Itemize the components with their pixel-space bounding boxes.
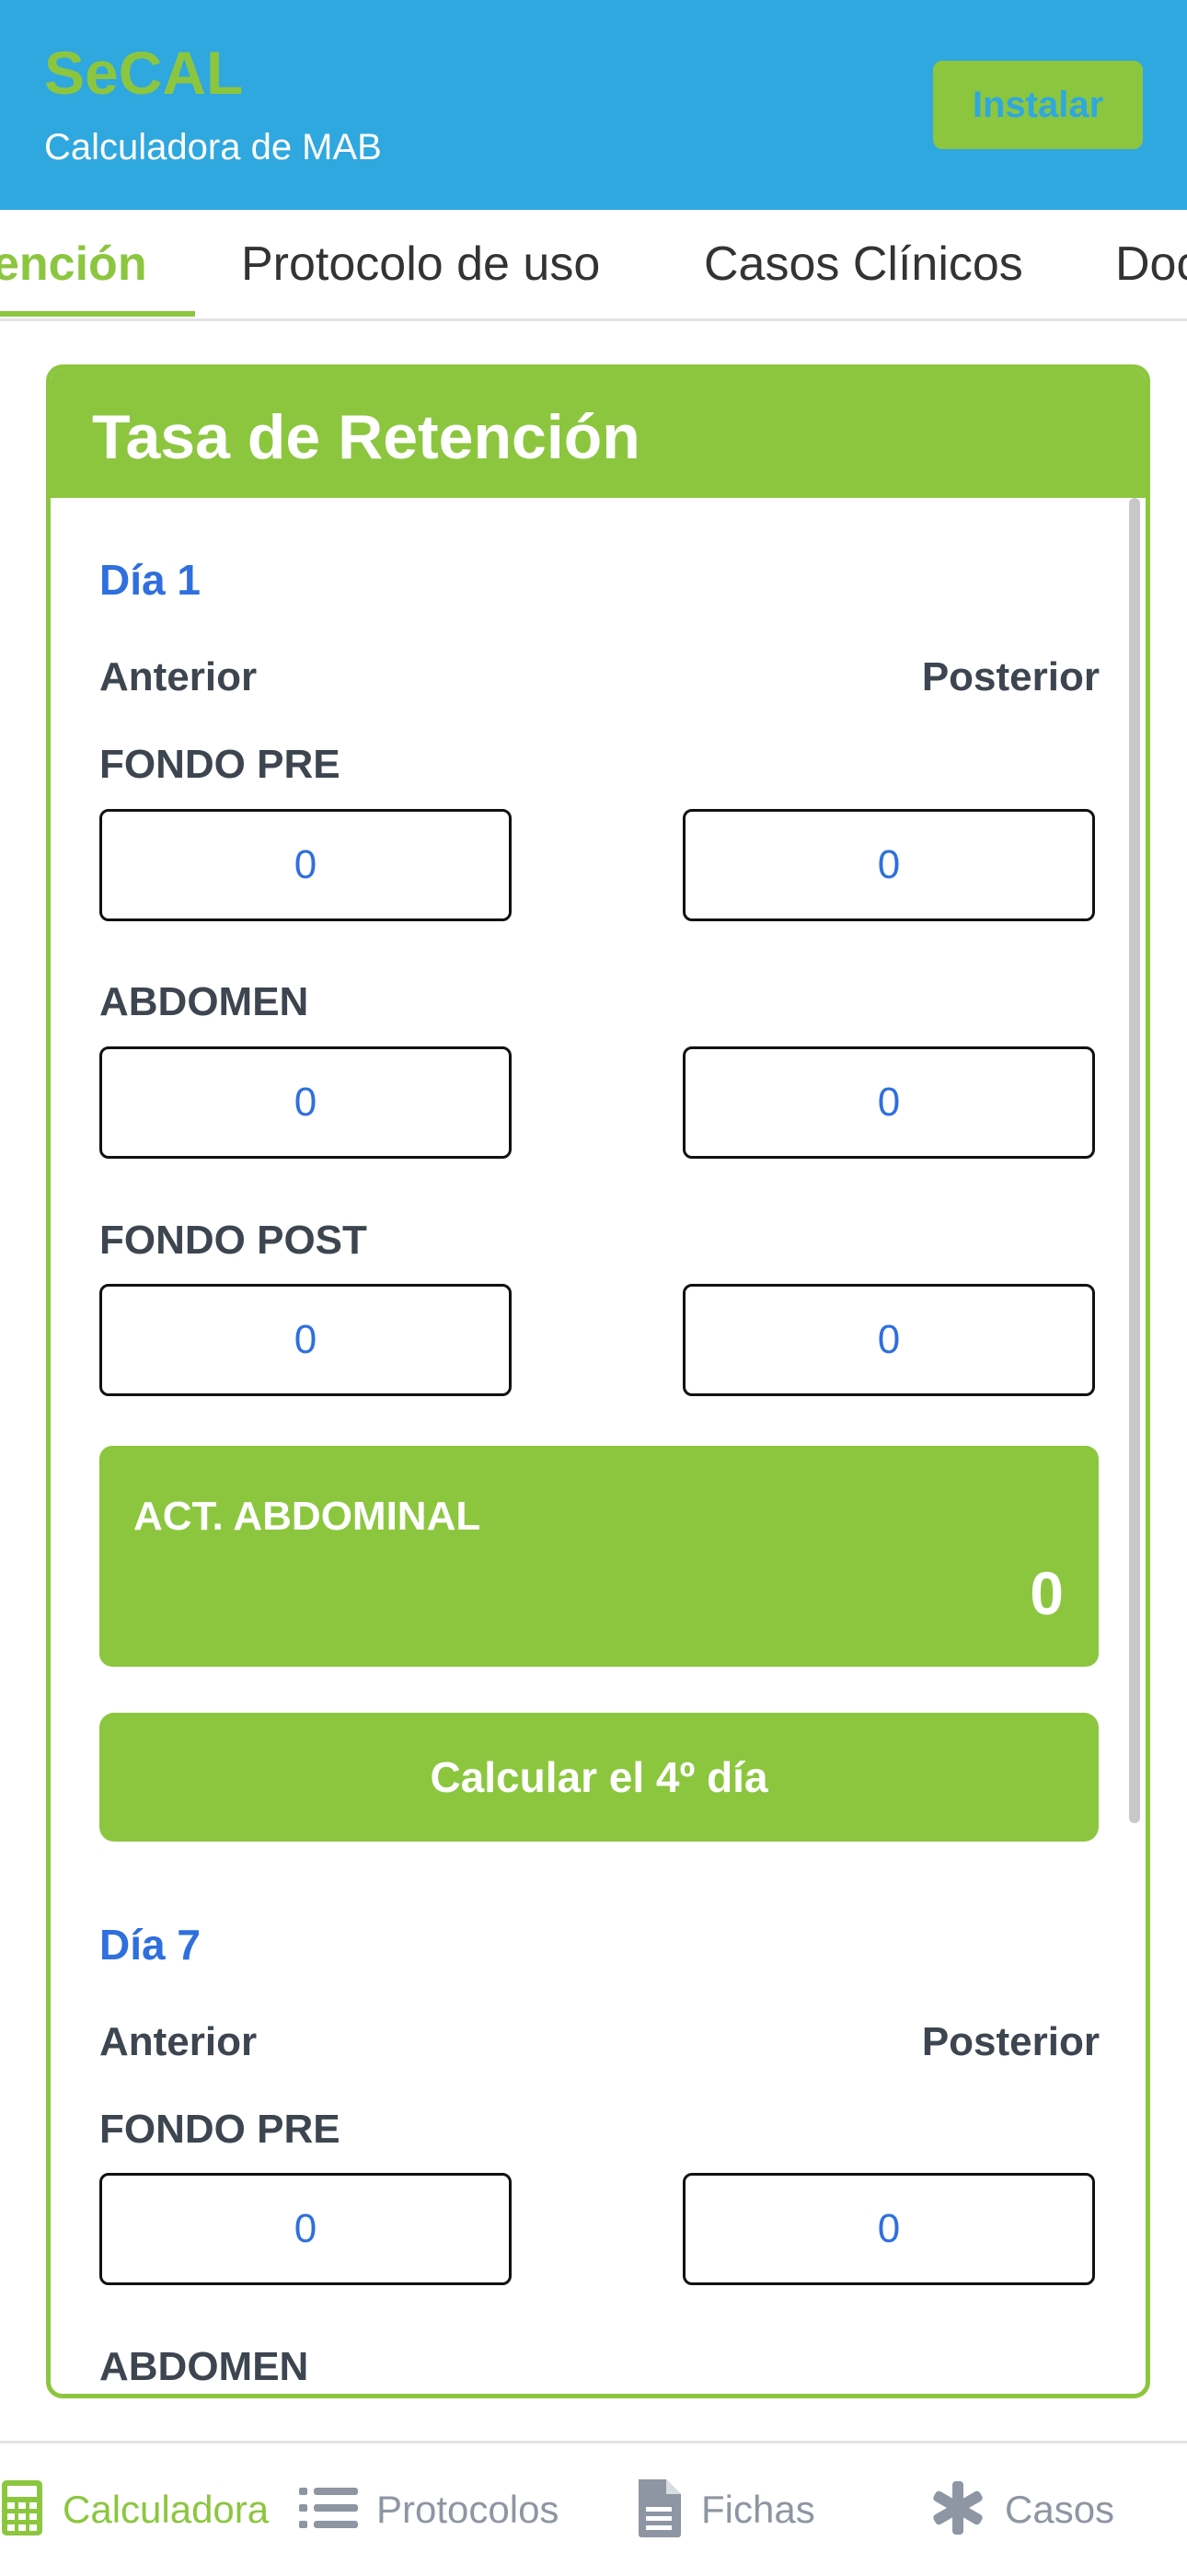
tab-tasa-retencion[interactable]: ención xyxy=(0,210,147,318)
document-icon xyxy=(635,2478,683,2543)
day1-anterior-label: Anterior xyxy=(99,654,258,699)
tab-casos-clinicos[interactable]: Casos Clínicos xyxy=(704,210,1023,318)
nav-protocolos[interactable]: Protocolos xyxy=(299,2443,559,2576)
day1-fondo-pre-anterior-input[interactable] xyxy=(99,809,512,921)
card-header: Tasa de Retención xyxy=(51,369,1146,498)
app-header: SeCAL Calculadora de MAB Instalar xyxy=(0,0,1187,210)
day1-fondo-post-label: FONDO POST xyxy=(99,1218,367,1263)
act-abdominal-result: ACT. ABDOMINAL 0 xyxy=(99,1446,1099,1667)
day1-abdomen-anterior-input[interactable] xyxy=(99,1046,512,1159)
day7-posterior-label: Posterior xyxy=(921,2019,1100,2064)
nav-casos[interactable]: Casos xyxy=(929,2443,1114,2576)
day7-abdomen-label: ABDOMEN xyxy=(99,2344,309,2389)
day7-label: Día 7 xyxy=(99,1921,201,1969)
day7-fondo-pre-anterior-input[interactable] xyxy=(99,2173,512,2285)
card-scrollbar[interactable] xyxy=(1129,498,1140,2191)
day1-fondo-post-posterior-input[interactable] xyxy=(683,1284,1095,1396)
tab-protocolo-de-uso[interactable]: Protocolo de uso xyxy=(241,210,600,318)
calculator-icon xyxy=(0,2478,44,2542)
nav-fichas-label: Fichas xyxy=(701,2488,815,2531)
asterisk-icon xyxy=(929,2479,986,2541)
app-title: SeCAL xyxy=(44,39,244,107)
app-subtitle: Calculadora de MAB xyxy=(44,127,382,167)
active-tab-indicator xyxy=(0,311,195,317)
day7-fondo-pre-label: FONDO PRE xyxy=(99,2107,340,2152)
act-abdominal-value: 0 xyxy=(1030,1559,1064,1627)
day1-fondo-pre-label: FONDO PRE xyxy=(99,742,340,787)
retention-card: Tasa de Retención Día 1 Anterior Posteri… xyxy=(46,364,1150,2398)
install-button[interactable]: Instalar xyxy=(933,61,1143,149)
act-abdominal-label: ACT. ABDOMINAL xyxy=(133,1494,481,1539)
tab-documentos[interactable]: Doc xyxy=(1115,210,1187,318)
day1-fondo-post-anterior-input[interactable] xyxy=(99,1284,512,1396)
nav-protocolos-label: Protocolos xyxy=(376,2488,559,2531)
nav-casos-label: Casos xyxy=(1005,2488,1115,2531)
day7-anterior-label: Anterior xyxy=(99,2019,258,2064)
day1-posterior-label: Posterior xyxy=(921,654,1100,699)
day7-fondo-pre-posterior-input[interactable] xyxy=(683,2173,1095,2285)
card-title: Tasa de Retención xyxy=(92,402,640,472)
nav-calculadora-label: Calculadora xyxy=(63,2488,270,2531)
calculate-day4-button[interactable]: Calcular el 4º día xyxy=(99,1713,1099,1842)
nav-fichas[interactable]: Fichas xyxy=(635,2443,815,2576)
day1-fondo-pre-posterior-input[interactable] xyxy=(683,809,1095,921)
nav-calculadora[interactable]: Calculadora xyxy=(0,2443,269,2576)
day1-abdomen-posterior-input[interactable] xyxy=(683,1046,1095,1159)
day1-abdomen-label: ABDOMEN xyxy=(99,979,309,1024)
tab-bar: ención Protocolo de uso Casos Clínicos D… xyxy=(0,210,1187,321)
bottom-nav: Calculadora Protocolos Fichas Casos xyxy=(0,2441,1187,2576)
day1-label: Día 1 xyxy=(99,556,201,604)
scrollbar-thumb[interactable] xyxy=(1129,498,1140,1823)
list-icon xyxy=(299,2486,358,2535)
